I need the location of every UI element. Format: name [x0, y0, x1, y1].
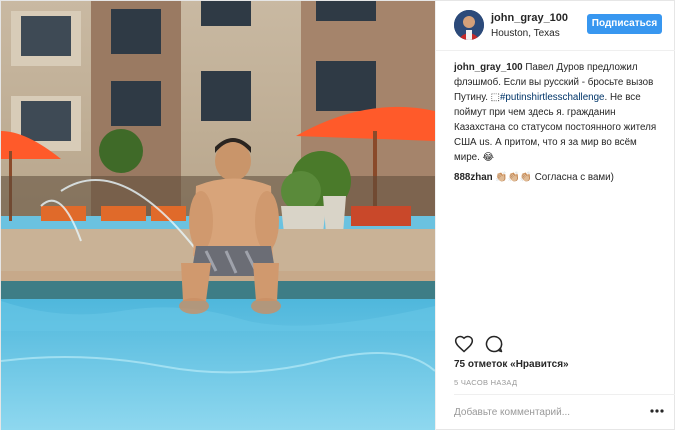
caption-comment: john_gray_100 Павел Дуров предложил флэш… — [454, 60, 664, 165]
comment-text: Павел Дуров предложил флэшмоб. Если вы р… — [454, 62, 656, 163]
username-link[interactable]: john_gray_100 — [491, 12, 568, 25]
comment-bubble-icon[interactable] — [484, 334, 504, 354]
location-link[interactable]: Houston, Texas — [491, 27, 568, 41]
user-info: john_gray_100 Houston, Texas — [491, 12, 568, 41]
follow-button[interactable]: Подписаться — [587, 14, 662, 34]
instagram-post: john_gray_100 Houston, Texas Подписаться… — [0, 0, 675, 430]
avatar[interactable] — [454, 10, 484, 40]
comment: 888zhan 👏🏼👏🏼👏🏼 Согласна с вами) — [454, 170, 664, 185]
comments-list: john_gray_100 Павел Дуров предложил флэш… — [454, 60, 664, 190]
hashtag-link[interactable]: #putinshirtlesschallenge — [500, 92, 605, 103]
comment-text: 👏🏼👏🏼👏🏼 Согласна с вами) — [492, 172, 614, 183]
ellipsis-icon[interactable] — [649, 404, 665, 418]
comment-username[interactable]: 888zhan — [454, 172, 493, 183]
add-comment-input[interactable] — [454, 403, 634, 421]
comment-username[interactable]: john_gray_100 — [454, 62, 523, 73]
pool-scene-image — [1, 1, 435, 430]
post-timestamp: 5 часов назад — [454, 378, 518, 387]
divider — [454, 394, 675, 395]
post-side-panel: john_gray_100 Houston, Texas Подписаться… — [435, 1, 675, 430]
heart-icon[interactable] — [454, 334, 474, 354]
likes-count[interactable]: 75 отметок «Нравится» — [454, 359, 569, 370]
post-actions — [454, 334, 510, 356]
avatar-image — [454, 10, 484, 40]
post-header: john_gray_100 Houston, Texas Подписаться — [436, 1, 675, 51]
post-photo[interactable] — [1, 1, 435, 430]
